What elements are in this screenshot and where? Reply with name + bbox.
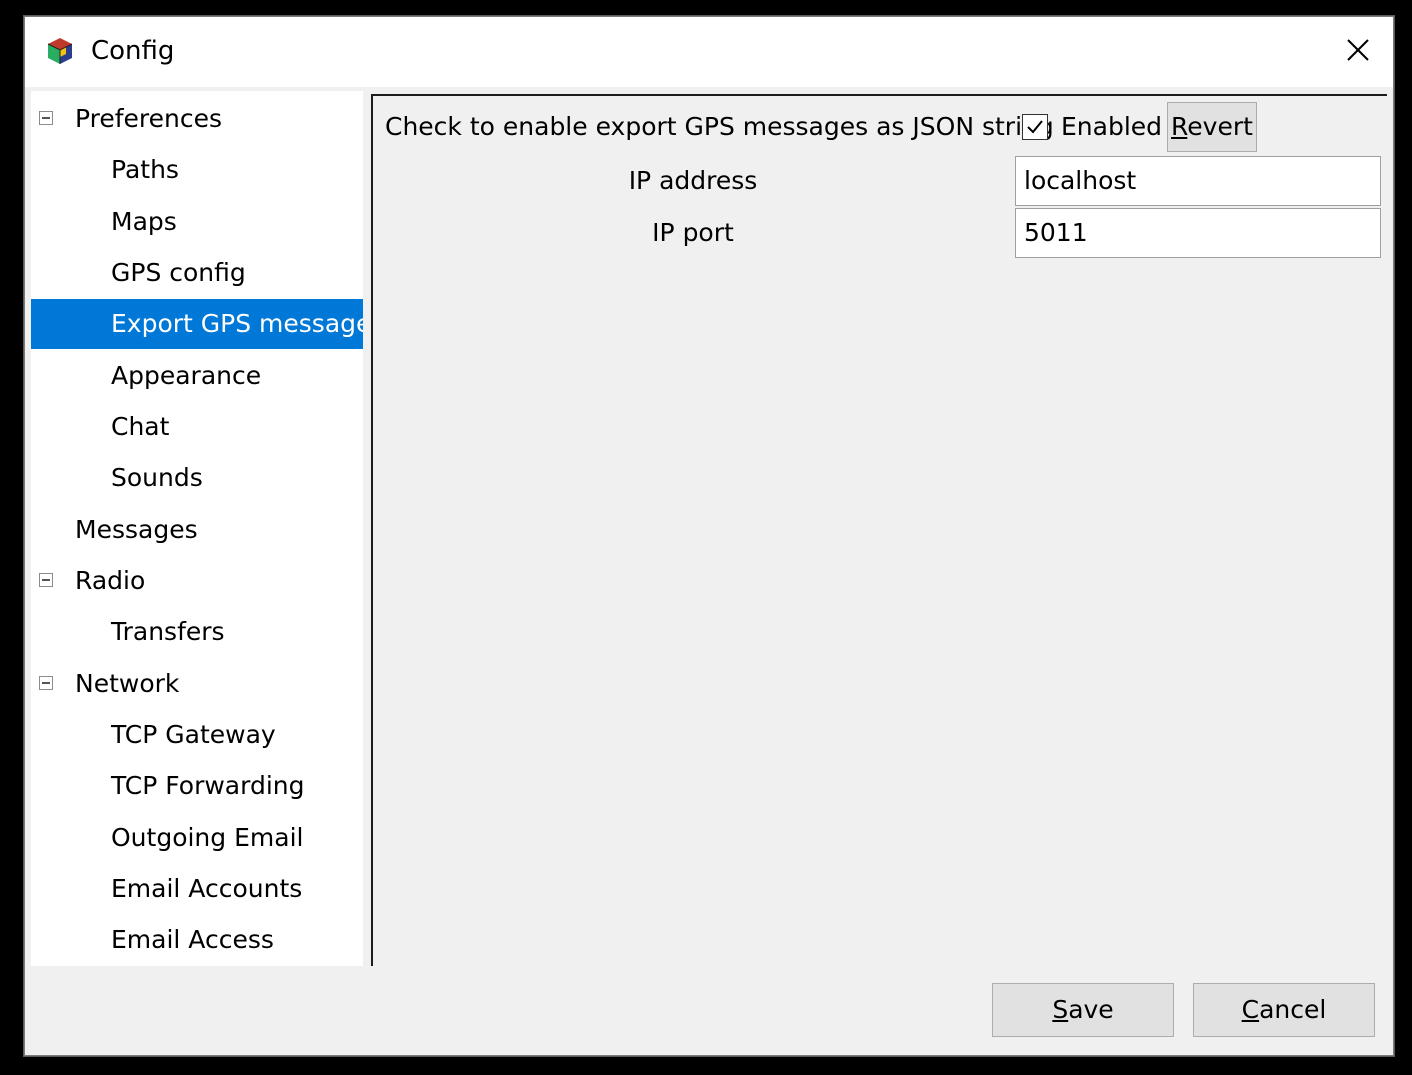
collapse-icon[interactable]: [39, 111, 53, 125]
close-icon: [1346, 38, 1370, 66]
ip-port-input[interactable]: 5011: [1015, 208, 1381, 258]
enabled-checkbox[interactable]: [1022, 114, 1048, 140]
tree-item-email-accounts[interactable]: Email Accounts: [31, 864, 363, 914]
save-button[interactable]: Save: [992, 983, 1174, 1037]
tree-item-tcp-gateway[interactable]: TCP Gateway: [31, 710, 363, 760]
settings-tree[interactable]: Preferences Paths Maps GPS config Export…: [31, 91, 363, 966]
enable-export-label: Check to enable export GPS messages as J…: [385, 112, 1054, 141]
cancel-button[interactable]: Cancel: [1193, 983, 1375, 1037]
ip-port-label: IP port: [652, 218, 734, 247]
collapse-icon[interactable]: [39, 676, 53, 690]
tree-item-appearance[interactable]: Appearance: [31, 351, 363, 401]
tree-item-maps[interactable]: Maps: [31, 197, 363, 247]
tree-item-sounds[interactable]: Sounds: [31, 453, 363, 503]
app-cube-icon: [45, 36, 75, 66]
checkmark-icon: [1027, 120, 1043, 134]
window-title: Config: [91, 36, 175, 66]
tree-item-email-access[interactable]: Email Access: [31, 915, 363, 965]
tree-item-network[interactable]: Network: [31, 659, 363, 709]
settings-panel: Check to enable export GPS messages as J…: [371, 94, 1387, 966]
tree-item-preferences[interactable]: Preferences: [31, 94, 363, 144]
tree-item-tcp-forwarding[interactable]: TCP Forwarding: [31, 761, 363, 811]
config-dialog: Config Preferences Paths Maps GPS config…: [24, 16, 1394, 1056]
tree-item-chat[interactable]: Chat: [31, 402, 363, 452]
tree-item-radio[interactable]: Radio: [31, 556, 363, 606]
close-button[interactable]: [1323, 17, 1393, 87]
tree-item-outgoing-email[interactable]: Outgoing Email: [31, 813, 363, 863]
collapse-icon[interactable]: [39, 573, 53, 587]
tree-item-paths[interactable]: Paths: [31, 145, 363, 195]
tree-item-gps-config[interactable]: GPS config: [31, 248, 363, 298]
tree-item-messages[interactable]: Messages: [31, 505, 363, 555]
revert-button[interactable]: Revert: [1167, 102, 1257, 152]
tree-item-export-gps-messages[interactable]: Export GPS messages: [31, 299, 363, 349]
enabled-label: Enabled: [1061, 112, 1163, 141]
title-bar: Config: [25, 17, 1393, 87]
ip-address-input[interactable]: localhost: [1015, 156, 1381, 206]
tree-item-transfers[interactable]: Transfers: [31, 607, 363, 657]
ip-address-label: IP address: [628, 166, 758, 195]
